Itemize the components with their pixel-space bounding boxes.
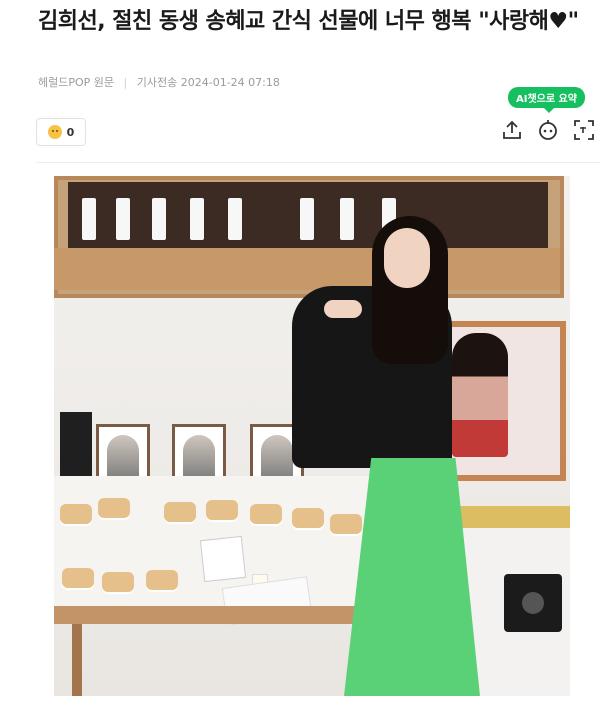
smile-emoji-icon: [47, 125, 62, 139]
article-timestamp: 2024-01-24 07:18: [180, 76, 280, 89]
ai-summary-badge[interactable]: AI챗으로 요약: [508, 87, 585, 113]
sent-label: 기사전송: [136, 76, 178, 89]
share-icon[interactable]: [500, 118, 524, 142]
meta-separator: |: [123, 76, 128, 89]
article-photo: [54, 176, 570, 696]
reaction-button[interactable]: 0: [36, 118, 86, 146]
translate-icon[interactable]: [572, 118, 596, 142]
article-meta: 헤럴드POP 원문 | 기사전송 2024-01-24 07:18: [38, 74, 280, 90]
article-headline: 김희선, 절친 동생 송혜교 간식 선물에 너무 행복 "사랑해♥": [38, 9, 579, 34]
robot-chat-icon[interactable]: [536, 118, 560, 142]
article-source[interactable]: 헤럴드POP 원문: [38, 76, 114, 89]
reaction-count: 0: [66, 125, 75, 139]
header-divider: [36, 162, 600, 163]
